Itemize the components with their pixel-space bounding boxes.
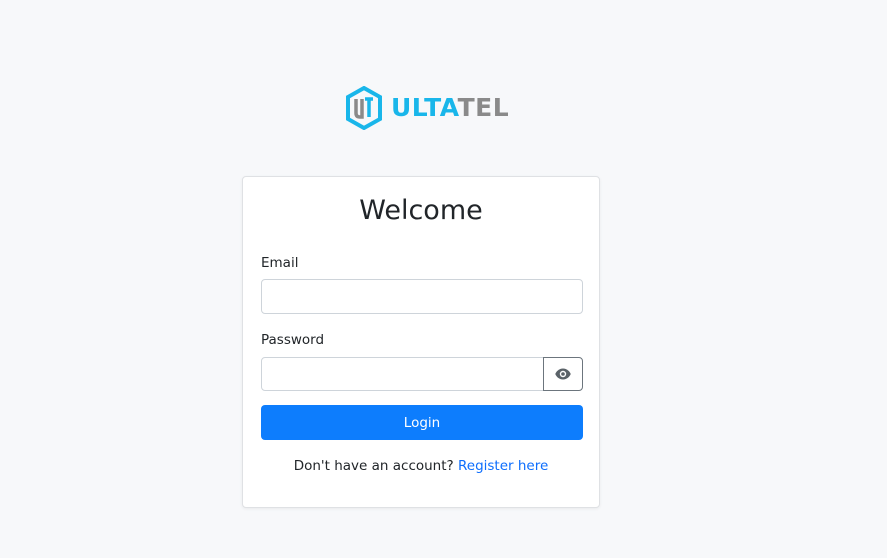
email-label: Email xyxy=(261,255,299,271)
register-prompt: Don't have an account? Register here xyxy=(243,458,599,474)
logo: ULTATEL xyxy=(345,86,509,130)
eye-icon xyxy=(555,368,571,380)
logo-mark-icon xyxy=(346,86,382,130)
login-button[interactable]: Login xyxy=(261,405,583,440)
login-card: Welcome Email Password Login Don't have … xyxy=(242,176,600,508)
logo-text: ULTATEL xyxy=(391,86,509,130)
password-field[interactable] xyxy=(261,357,544,391)
logo-text-part1: ULTA xyxy=(391,93,458,122)
register-prompt-text: Don't have an account? xyxy=(293,458,454,474)
email-field[interactable] xyxy=(261,279,583,314)
register-link[interactable]: Register here xyxy=(458,458,548,474)
page-title: Welcome xyxy=(359,195,483,226)
toggle-password-button[interactable] xyxy=(543,357,583,391)
password-label: Password xyxy=(261,332,325,348)
logo-text-part2: TEL xyxy=(457,93,510,122)
